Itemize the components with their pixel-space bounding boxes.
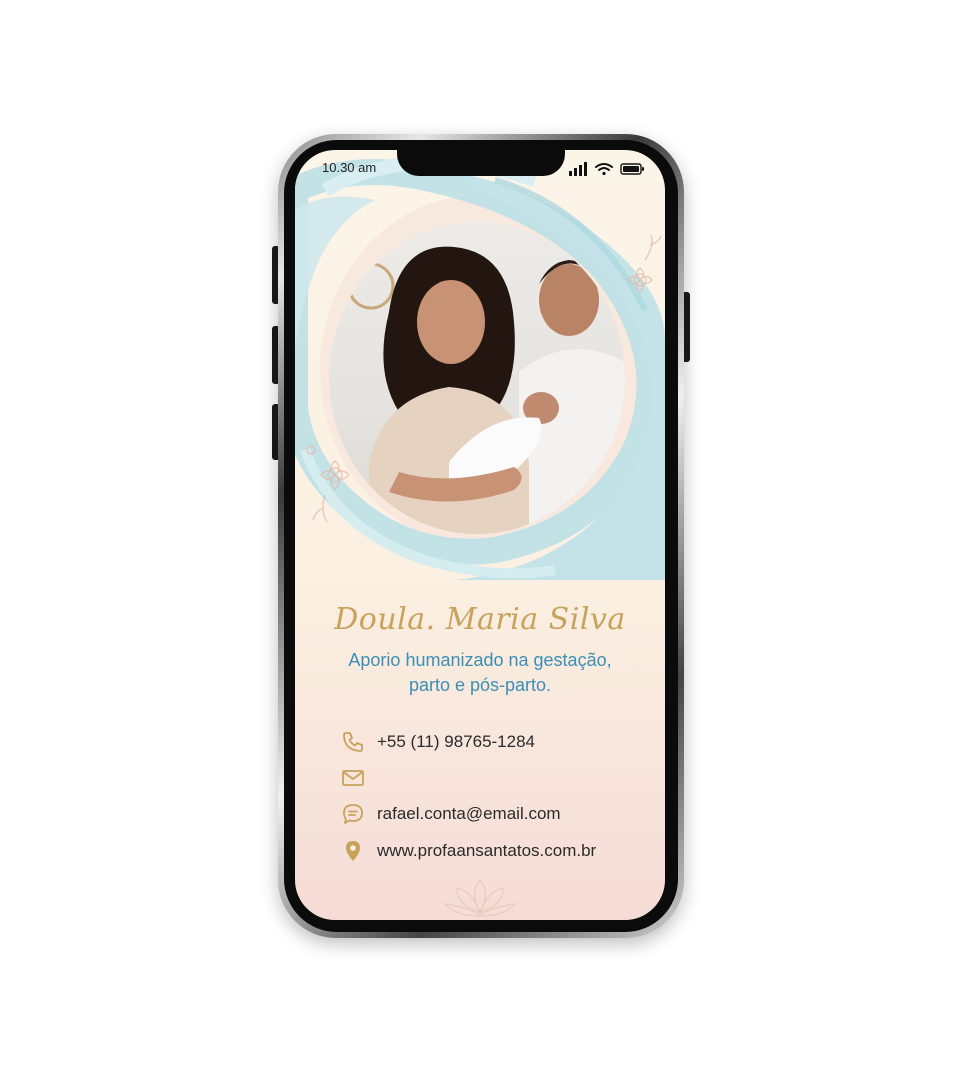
tagline-line-2: parto e pós-parto. — [408, 675, 552, 695]
tagline: Aporio humanizado na gestação, parto e p… — [315, 648, 645, 698]
status-time: 10.30 am — [322, 160, 377, 175]
contact-email[interactable] — [341, 766, 641, 790]
email-address: rafael.conta@email.com — [377, 804, 561, 823]
tagline-line-1: Aporio humanizado na gestação, — [348, 650, 612, 670]
website-url: www.profaansantatos.com.br — [377, 841, 597, 860]
contact-phone[interactable]: +55 (11) 98765-1284 — [341, 730, 641, 754]
family-photo — [329, 222, 625, 534]
status-icons — [569, 161, 645, 180]
phone-number: +55 (11) 98765-1284 — [377, 732, 536, 751]
battery-icon — [620, 163, 644, 175]
notch — [397, 150, 565, 176]
contact-website[interactable]: www.profaansantatos.com.br — [341, 839, 641, 863]
wifi-icon — [595, 163, 613, 176]
contact-chat[interactable]: rafael.conta@email.com — [341, 802, 641, 826]
phone-screen: 10.30 am Doula. Maria Silva Aporio human… — [295, 150, 665, 920]
chat-bubble-icon — [343, 804, 363, 824]
phone-icon — [343, 732, 363, 752]
signal-icon — [569, 162, 587, 176]
envelope-icon — [342, 770, 364, 786]
lotus-icon — [443, 878, 517, 917]
location-pin-icon — [346, 841, 360, 861]
doula-name: Doula. Maria Silva — [334, 602, 626, 637]
